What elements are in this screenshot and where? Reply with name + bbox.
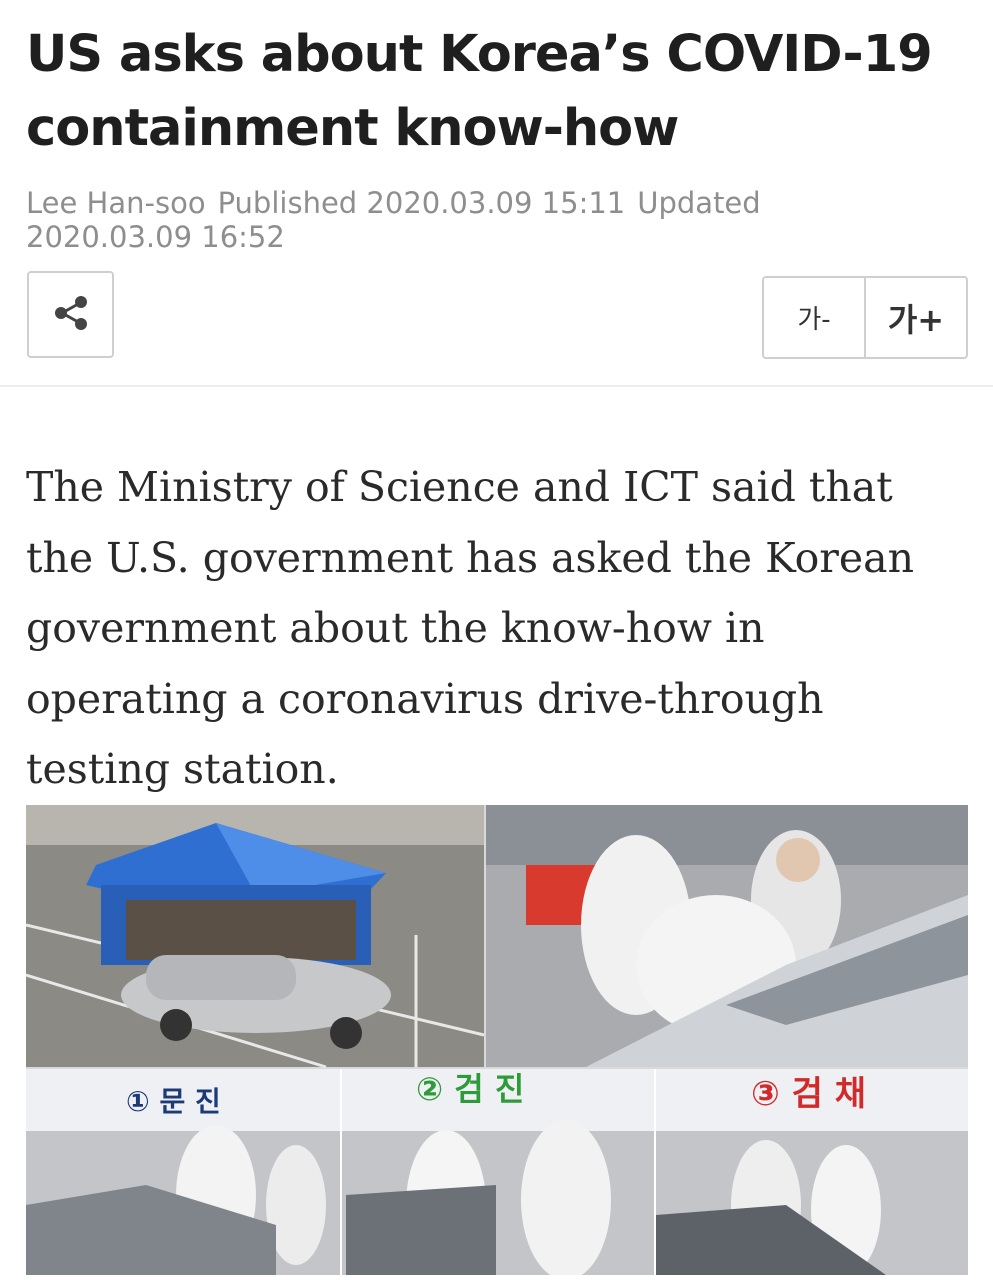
font-size-controls: 가- 가+: [762, 276, 968, 359]
header-divider: [0, 385, 993, 387]
stage-3-banner: ③ 검 채: [751, 1074, 866, 1114]
published-date: Published 2020.03.09 15:11: [217, 186, 626, 220]
share-button[interactable]: [27, 271, 114, 358]
article-byline: Lee Han-soo Published 2020.03.09 15:11 Upd…: [26, 186, 926, 254]
article-headline: US asks about Korea’s COVID-19 containme…: [26, 25, 933, 158]
share-icon: [51, 293, 91, 337]
article-photo: ① 문 진 ② 검 진 ③ 검 채: [26, 805, 968, 1275]
stage-2-banner: ② 검 진: [416, 1070, 524, 1108]
photo-tent-scene: [26, 805, 485, 1069]
article-body: The Ministry of Science and ICT said tha…: [26, 463, 915, 793]
font-decrease-button[interactable]: 가-: [764, 278, 866, 357]
photo-testing-scene: [486, 805, 968, 1067]
stage-1-banner: ① 문 진: [126, 1085, 221, 1118]
font-increase-button[interactable]: 가+: [866, 278, 966, 357]
author-name: Lee Han-soo: [26, 186, 206, 220]
